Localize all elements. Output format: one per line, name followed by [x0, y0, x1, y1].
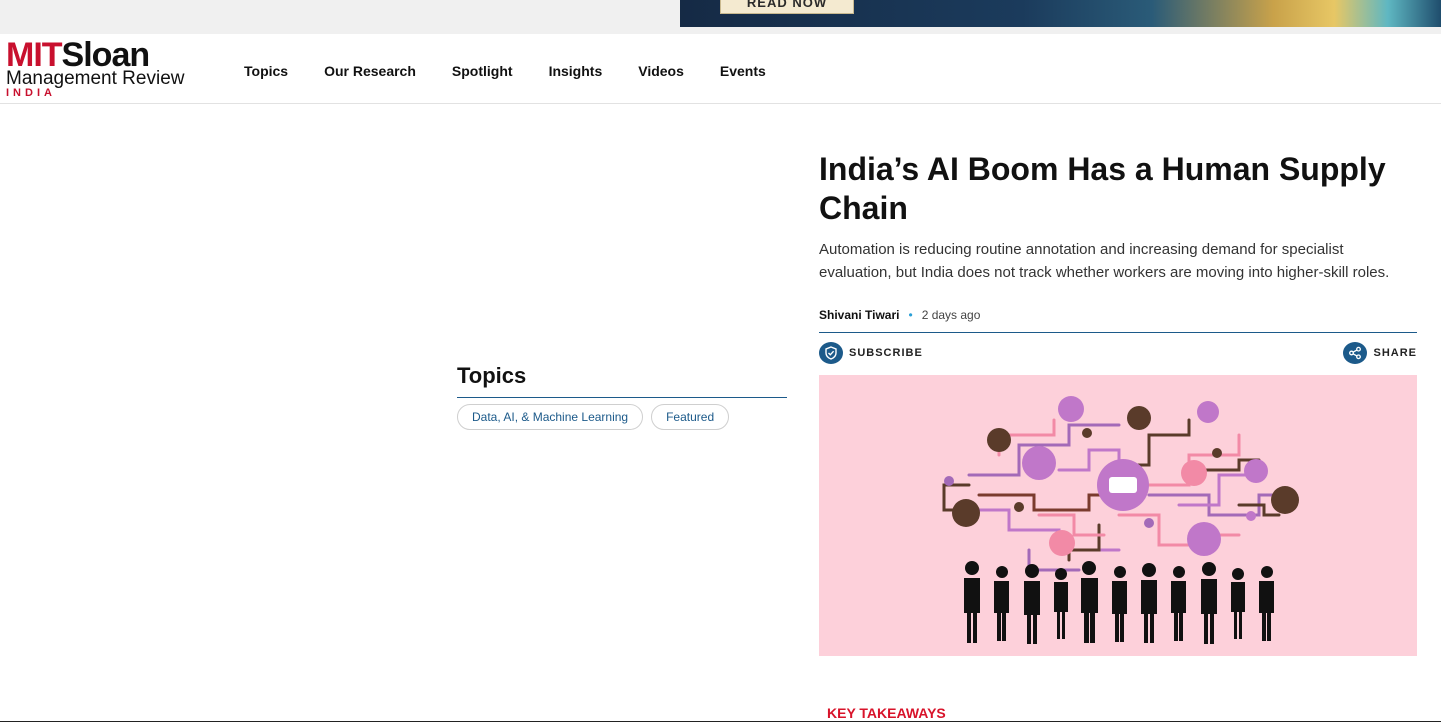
byline: Shivani Tiwari • 2 days ago — [819, 308, 1417, 322]
byline-separator: • — [908, 308, 913, 322]
subscribe-label: SUBSCRIBE — [849, 347, 923, 359]
nav-insights[interactable]: Insights — [549, 63, 603, 79]
article-dek: Automation is reducing routine annotatio… — [819, 241, 1390, 281]
bottom-divider — [0, 721, 1441, 722]
nav-videos[interactable]: Videos — [638, 63, 684, 79]
topics-section: Topics Data, AI, & Machine Learning Feat… — [457, 363, 787, 430]
nav-spotlight[interactable]: Spotlight — [452, 63, 513, 79]
key-takeaways-heading: KEY TAKEAWAYS — [827, 705, 946, 721]
byline-divider — [819, 332, 1417, 333]
nav-events[interactable]: Events — [720, 63, 766, 79]
hero-illustration — [819, 375, 1417, 656]
network-people-illustration — [942, 396, 1299, 644]
logo-subtitle: Management Review — [6, 68, 185, 89]
main-nav: Topics Our Research Spotlight Insights V… — [244, 63, 802, 79]
site-logo[interactable]: MITSloan Management Review INDIA — [6, 38, 206, 99]
publish-time: 2 days ago — [921, 308, 981, 322]
share-icon — [1343, 342, 1368, 364]
topic-tag-featured[interactable]: Featured — [651, 404, 730, 430]
topic-tag-data-ai-ml[interactable]: Data, AI, & Machine Learning — [457, 404, 644, 430]
article-headline: India’s AI Boom Has a Human Supply Chain — [819, 151, 1386, 226]
nav-topics[interactable]: Topics — [244, 63, 288, 79]
ad-read-now-button[interactable]: READ NOW — [720, 0, 854, 14]
topics-tag-list: Data, AI, & Machine Learning Featured — [457, 404, 787, 430]
ad-banner[interactable]: READ NOW — [680, 0, 1441, 27]
article-header: India’s AI Boom Has a Human Supply Chain… — [819, 150, 1417, 656]
share-button[interactable]: SHARE — [1343, 342, 1417, 364]
site-header: MITSloan Management Review INDIA Topics … — [0, 34, 1441, 104]
logo-wordmark: MITSloan — [6, 38, 206, 72]
article-actions: SUBSCRIBE SHARE — [819, 342, 1417, 364]
subscribe-shield-icon — [819, 342, 843, 364]
author-link[interactable]: Shivani Tiwari — [819, 308, 899, 322]
share-label: SHARE — [1373, 347, 1417, 359]
subscribe-button[interactable]: SUBSCRIBE — [819, 342, 923, 364]
topics-heading: Topics — [457, 363, 787, 398]
nav-our-research[interactable]: Our Research — [324, 63, 416, 79]
